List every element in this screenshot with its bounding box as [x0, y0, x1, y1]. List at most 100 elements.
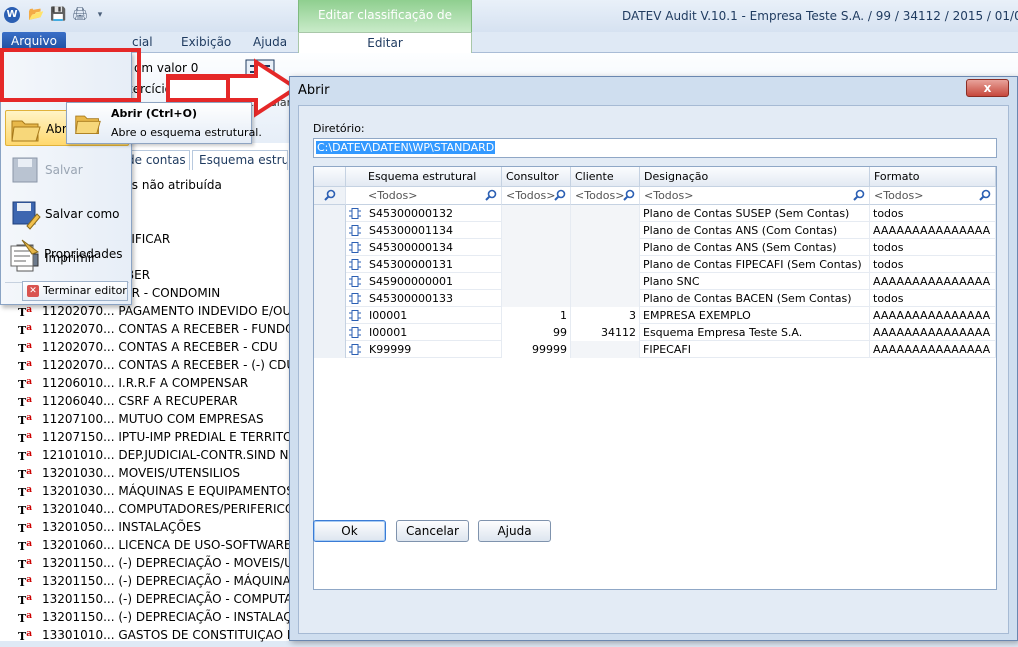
column-header[interactable]: Designação — [640, 167, 870, 187]
tree-row[interactable]: Ta 13201150... (-) DEPRECIAÇÃO - INSTALAÇ… — [18, 608, 316, 626]
cell-esquema: S45300000134 — [366, 239, 502, 256]
row-selector[interactable] — [314, 205, 346, 222]
row-selector[interactable] — [314, 307, 346, 324]
open-folder-icon — [11, 120, 41, 142]
tooltip-title: Abrir (Ctrl+O) — [111, 107, 197, 120]
menu-item-salvar-como[interactable]: Salvar como — [5, 192, 129, 236]
tree-row[interactable]: Ta 12101010... DEP.JUDICIAL-CONTR.SIND Nº… — [18, 446, 317, 464]
table-row[interactable]: K99999 99999 FIPECAFI AAAAAAAAAAAAAAA — [314, 341, 996, 358]
cell-consultor: 1 — [502, 307, 571, 324]
search-icon[interactable] — [979, 189, 991, 201]
tree-row[interactable]: Ta 13201040... COMPUTADORES/PERIFERICOS — [18, 500, 302, 518]
context-tab-header: Editar classificação de contas — [298, 0, 472, 52]
menu-item-label: Propriedades — [44, 247, 123, 261]
cell-formato: AAAAAAAAAAAAAAA — [870, 307, 996, 324]
table-row[interactable]: S45300000132 Plano de Contas SUSEP (Sem C… — [314, 205, 996, 222]
table-row[interactable]: S45300000134 Plano de Contas ANS (Sem Con… — [314, 239, 996, 256]
cell-esquema: S45300001134 — [366, 222, 502, 239]
account-type-icon: Ta — [18, 629, 33, 643]
tree-row[interactable]: Ta 13201030... MOVEIS/UTENSILIOS — [18, 464, 240, 482]
open-folder-icon[interactable]: 📂 — [28, 8, 44, 22]
tree-row[interactable]: Ta 11202070... CONTAS A RECEBER - FUNDO D… — [18, 320, 315, 338]
tab-editar[interactable]: Editar — [298, 32, 472, 54]
save-icon[interactable]: 💾 — [50, 8, 66, 22]
table-row[interactable]: I00001 99 34112 Esquema Empresa Teste S.A. A… — [314, 324, 996, 341]
directory-value: C:\DATEV\DATEN\WP\STANDARD — [316, 141, 496, 154]
tab-ajuda[interactable]: Ajuda — [253, 35, 287, 49]
column-filter[interactable]: <Todos> — [502, 187, 571, 205]
row-selector[interactable] — [314, 341, 346, 358]
cell-formato: AAAAAAAAAAAAAAA — [870, 324, 996, 341]
column-filter[interactable]: <Todos> — [346, 187, 502, 205]
filter-value: <Todos> — [644, 189, 694, 202]
tree-row[interactable]: Ta 13201150... (-) DEPRECIAÇÃO - COMPUTAD… — [18, 590, 311, 608]
column-header[interactable]: Cliente — [571, 167, 640, 187]
row-selector[interactable] — [314, 324, 346, 341]
directory-label: Diretório: — [313, 122, 365, 135]
row-selector[interactable] — [314, 239, 346, 256]
tab-esquema-estrutural[interactable]: Esquema estru — [192, 150, 288, 170]
search-icon[interactable] — [853, 189, 865, 201]
tree-row-text: I.R.R.F A COMPENSAR — [118, 376, 249, 390]
table-row[interactable]: S45300000131 Plano de Contas FIPECAFI (Se… — [314, 256, 996, 273]
cancel-button[interactable]: Cancelar — [396, 520, 469, 542]
tree-row[interactable]: Ta 13201060... LICENCA DE USO-SOFTWARE — [18, 536, 292, 554]
column-header[interactable]: Esquema estrutural — [346, 167, 502, 187]
row-selector[interactable] — [314, 256, 346, 273]
ok-button[interactable]: Ok — [313, 520, 386, 542]
terminar-editor-button[interactable]: ✕ Terminar editor — [22, 281, 128, 301]
table-row[interactable]: I00001 1 3 EMPRESA EXEMPLO AAAAAAAAAAAAAAA — [314, 307, 996, 324]
tree-row[interactable]: Ta 13201030... MÁQUINAS E EQUIPAMENTOS — [18, 482, 294, 500]
cell-formato: AAAAAAAAAAAAAAA — [870, 222, 996, 239]
cell-designacao: Plano de Contas BACEN (Sem Contas) — [640, 290, 870, 307]
directory-field[interactable]: C:\DATEV\DATEN\WP\STANDARD — [313, 138, 997, 158]
row-selector[interactable] — [314, 290, 346, 307]
table-row[interactable]: S45300001134 Plano de Contas ANS (Com Con… — [314, 222, 996, 239]
tab-exibicao[interactable]: Exibição — [181, 35, 231, 49]
cell-designacao: Plano de Contas SUSEP (Sem Contas) — [640, 205, 870, 222]
tree-row[interactable]: Ta 13201150... (-) DEPRECIAÇÃO - MÁQUINAS… — [18, 572, 310, 590]
menu-item-salvar[interactable]: Salvar — [5, 148, 129, 192]
search-icon[interactable] — [554, 189, 566, 201]
tree-row-text: COMPUTADORES/PERIFERICOS — [118, 502, 302, 516]
qat-dropdown-icon[interactable]: ▾ — [92, 8, 108, 22]
tab-inicial[interactable]: cial — [132, 35, 153, 49]
cell-consultor: 99 — [502, 324, 571, 341]
column-filter[interactable]: <Todos> — [640, 187, 870, 205]
tree-row-text: CONTAS A RECEBER - FUNDO DE — [118, 322, 316, 336]
tree-row[interactable]: Ta 13301010... GASTOS DE CONSTITUIÇAO E R… — [18, 626, 323, 644]
tree-row-label: 13201150... — [42, 610, 115, 624]
schema-icon — [349, 225, 361, 236]
column-filter[interactable]: <Todos> — [870, 187, 996, 205]
filter-value: <Todos> — [368, 189, 418, 202]
menu-item-propriedades[interactable]: Propriedades — [4, 232, 128, 276]
tree-row[interactable]: Ta 11202070... CONTAS A RECEBER - CDU — [18, 338, 278, 356]
cell-consultor — [502, 290, 571, 307]
help-button[interactable]: Ajuda — [478, 520, 551, 542]
tree-row-label: 13201040... — [42, 502, 115, 516]
row-selector[interactable] — [314, 273, 346, 290]
search-icon[interactable] — [485, 189, 497, 201]
table-row[interactable]: S45300000133 Plano de Contas BACEN (Sem C… — [314, 290, 996, 307]
schema-icon — [349, 276, 361, 287]
close-button[interactable]: x — [966, 79, 1009, 97]
cell-formato: todos — [870, 239, 996, 256]
close-icon: ✕ — [27, 285, 39, 297]
app-logo-icon[interactable]: W — [4, 7, 20, 23]
filter-search-icon[interactable] — [314, 187, 346, 205]
tree-row[interactable]: Ta 11202070... CONTAS A RECEBER - (-) CDU — [18, 356, 295, 374]
cell-esquema: S45300000132 — [366, 205, 502, 222]
column-header[interactable]: Consultor — [502, 167, 571, 187]
print-icon[interactable]: 🖨 — [72, 8, 89, 22]
tree-row[interactable]: Ta 13201050... INSTALAÇÕES — [18, 518, 201, 536]
row-selector[interactable] — [314, 222, 346, 239]
column-filter[interactable]: <Todos> — [571, 187, 640, 205]
tree-row[interactable]: Ta 11207100... MUTUO COM EMPRESAS — [18, 410, 264, 428]
table-row[interactable]: S45900000001 Plano SNC AAAAAAAAAAAAAAA — [314, 273, 996, 290]
tree-row[interactable]: Ta 11206010... I.R.R.F A COMPENSAR — [18, 374, 248, 392]
search-icon[interactable] — [623, 189, 635, 201]
column-header[interactable]: Formato — [870, 167, 996, 187]
tree-row[interactable]: Ta 11207150... IPTU-IMP PREDIAL E TERRITO… — [18, 428, 319, 446]
tree-row[interactable]: Ta 11206040... CSRF A RECUPERAR — [18, 392, 238, 410]
tree-row[interactable]: Ta 13201150... (-) DEPRECIAÇÃO - MOVEIS/U… — [18, 554, 317, 572]
